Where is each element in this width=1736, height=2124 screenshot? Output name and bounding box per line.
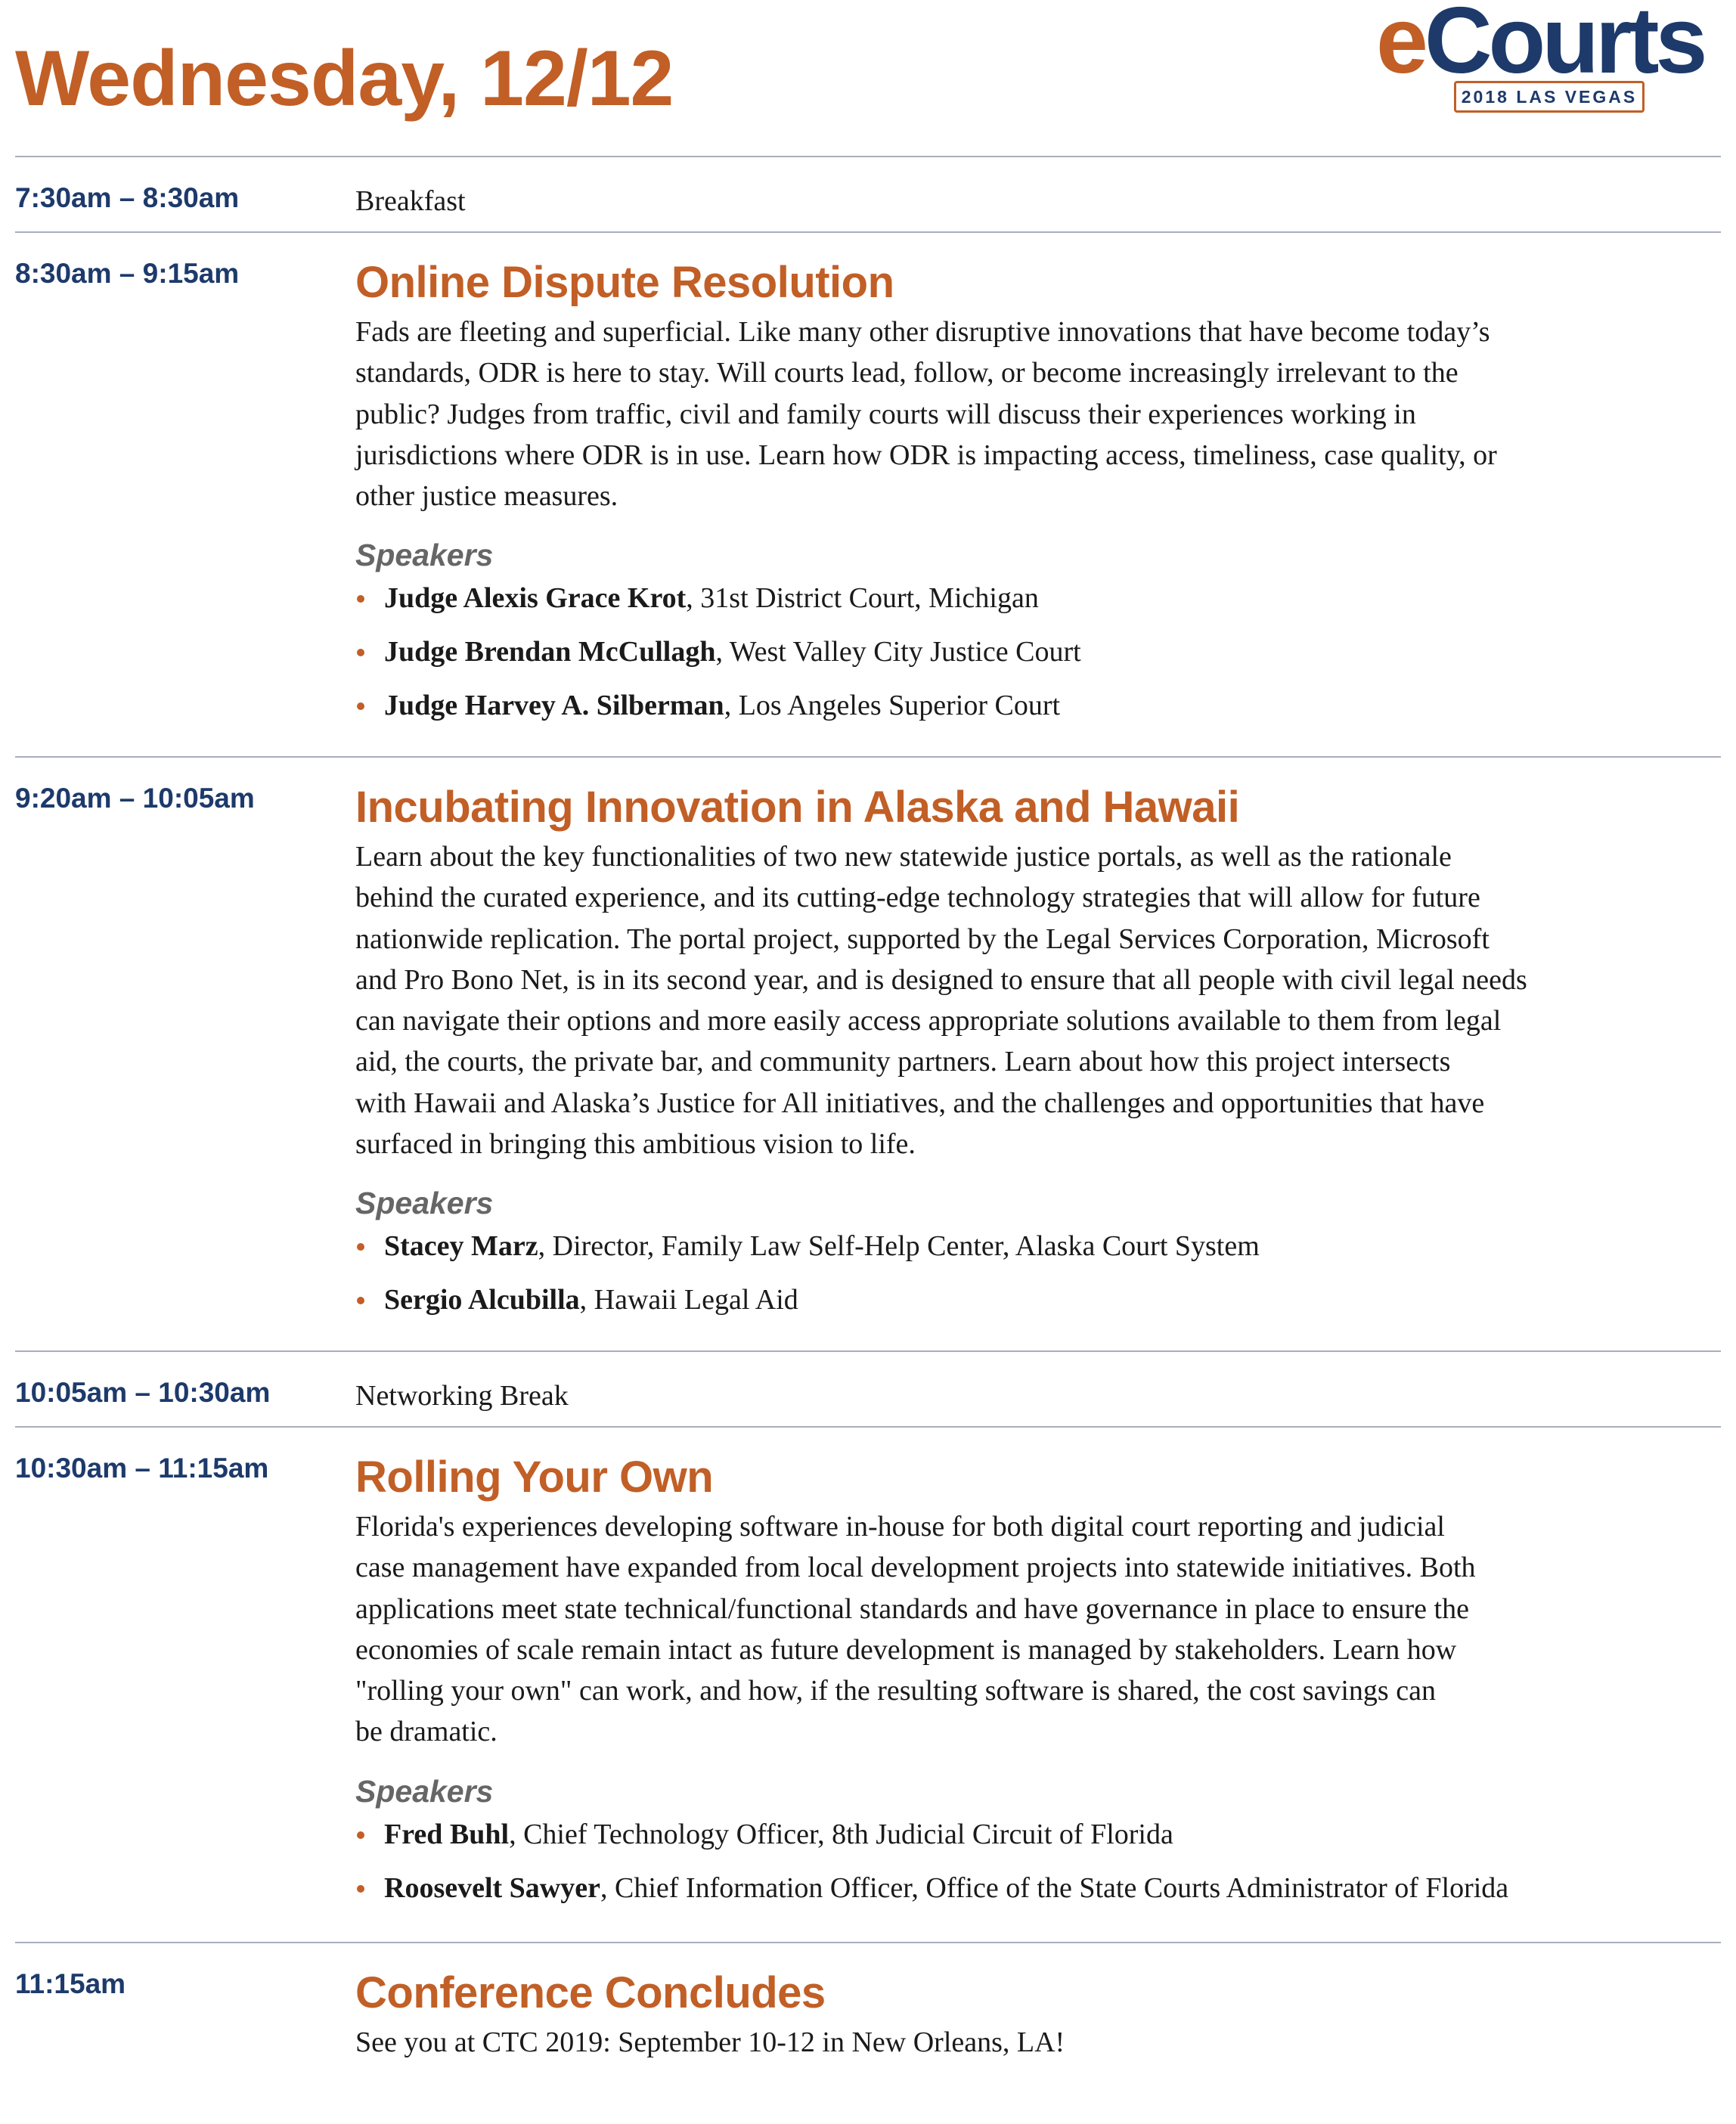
logo-courts: Courts (1424, 0, 1708, 93)
session-description: See you at CTC 2019: September 10-12 in … (355, 2022, 1724, 2063)
description-line: nationwide replication. The portal proje… (355, 922, 1490, 955)
agenda-content: Online Dispute Resolution Fads are fleet… (355, 257, 1724, 743)
divider (15, 156, 1721, 157)
bullet-icon (357, 1297, 364, 1305)
speaker-affiliation: , 31st District Court, Michigan (686, 582, 1039, 615)
description-line: be dramatic. (355, 1716, 498, 1748)
agenda-time: 9:20am – 10:05am (15, 783, 255, 814)
agenda-content: Incubating Innovation in Alaska and Hawa… (355, 782, 1724, 1337)
logo-e: e (1376, 0, 1428, 93)
description-line: Fads are fleeting and superficial. Like … (355, 316, 1490, 348)
divider (15, 1942, 1721, 1943)
speaker-item: Judge Brendan McCullagh, West Valley Cit… (355, 635, 1724, 668)
bullet-icon (357, 1831, 364, 1839)
speaker-list: Stacey Marz, Director, Family Law Self-H… (355, 1229, 1724, 1316)
divider (15, 1426, 1721, 1428)
speaker-list: Judge Alexis Grace Krot, 31st District C… (355, 581, 1724, 722)
agenda-content: Conference Concludes See you at CTC 2019… (355, 1967, 1724, 2063)
speaker-name: Fred Buhl (384, 1818, 510, 1850)
description-line: can navigate their options and more easi… (355, 1005, 1502, 1037)
speaker-name: Judge Alexis Grace Krot (384, 582, 687, 615)
agenda-time: 8:30am – 9:15am (15, 258, 240, 289)
speaker-item: Judge Harvey A. Silberman, Los Angeles S… (355, 689, 1724, 722)
agenda-time: 7:30am – 8:30am (15, 182, 240, 213)
speaker-item: Judge Alexis Grace Krot, 31st District C… (355, 581, 1724, 615)
agenda-item-text: Networking Break (355, 1380, 569, 1412)
speaker-affiliation: , Los Angeles Superior Court (724, 690, 1061, 722)
speaker-name: Judge Brendan McCullagh (384, 636, 716, 668)
description-line: "rolling your own" can work, and how, if… (355, 1675, 1436, 1707)
description-line: and Pro Bono Net, is in its second year,… (355, 963, 1527, 996)
agenda-content: Breakfast (355, 184, 1724, 218)
speaker-name: Roosevelt Sawyer (384, 1871, 600, 1904)
description-line: standards, ODR is here to stay. Will cou… (355, 357, 1459, 389)
speaker-affiliation: , West Valley City Justice Court (715, 636, 1081, 668)
description-line: aid, the courts, the private bar, and co… (355, 1046, 1451, 1078)
speaker-affiliation: , Chief Information Officer, Office of t… (600, 1871, 1509, 1904)
speaker-affiliation: , Chief Technology Officer, 8th Judicial… (509, 1818, 1173, 1850)
bullet-icon (357, 595, 364, 603)
speaker-item: Fred Buhl, Chief Technology Officer, 8th… (355, 1818, 1724, 1851)
divider (15, 231, 1721, 233)
ecourts-logo: eCourts 2018 LAS VEGAS (1376, 0, 1724, 121)
agenda-content: Networking Break (355, 1379, 1724, 1412)
speaker-affiliation: , Director, Family Law Self-Help Center,… (538, 1230, 1260, 1263)
session-description: Florida's experiences developing softwar… (355, 1506, 1724, 1753)
bullet-icon (357, 1243, 364, 1251)
divider (15, 756, 1721, 758)
session-title: Conference Concludes (355, 1968, 826, 2017)
agenda-time: 10:05am – 10:30am (15, 1377, 271, 1408)
logo-subtitle: 2018 LAS VEGAS (1454, 81, 1645, 113)
session-title: Rolling Your Own (355, 1453, 714, 1502)
session-title: Incubating Innovation in Alaska and Hawa… (355, 783, 1240, 832)
agenda-time: 10:30am – 11:15am (15, 1453, 269, 1484)
speaker-name: Sergio Alcubilla (384, 1284, 580, 1316)
speaker-list: Fred Buhl, Chief Technology Officer, 8th… (355, 1818, 1724, 1905)
bullet-icon (357, 1884, 364, 1893)
speaker-item: Stacey Marz, Director, Family Law Self-H… (355, 1229, 1724, 1263)
speaker-affiliation: , Hawaii Legal Aid (579, 1284, 798, 1316)
page-title: Wednesday, 12/12 (15, 35, 674, 122)
description-line: behind the curated experience, and its c… (355, 882, 1480, 914)
description-line: with Hawaii and Alaska’s Justice for All… (355, 1087, 1485, 1119)
speakers-label: Speakers (355, 1773, 494, 1809)
speaker-item: Roosevelt Sawyer, Chief Information Offi… (355, 1871, 1724, 1905)
speaker-item: Sergio Alcubilla, Hawaii Legal Aid (355, 1283, 1724, 1316)
description-line: See you at CTC 2019: September 10-12 in … (355, 2026, 1065, 2058)
speakers-label: Speakers (355, 1186, 494, 1221)
description-line: applications meet state technical/functi… (355, 1592, 1469, 1625)
divider (15, 1350, 1721, 1352)
logo-wordmark: eCourts (1376, 0, 1708, 88)
description-line: case management have expanded from local… (355, 1552, 1476, 1584)
description-line: public? Judges from traffic, civil and f… (355, 398, 1416, 430)
agenda-content: Rolling Your Own Florida's experiences d… (355, 1452, 1724, 1925)
description-line: jurisdictions where ODR is in use. Learn… (355, 439, 1497, 471)
session-description: Learn about the key functionalities of t… (355, 836, 1724, 1164)
session-title: Online Dispute Resolution (355, 258, 894, 307)
description-line: Learn about the key functionalities of t… (355, 841, 1452, 873)
agenda-time: 11:15am (15, 1968, 126, 1999)
bullet-icon (357, 649, 364, 657)
speakers-label: Speakers (355, 538, 494, 573)
description-line: Florida's experiences developing softwar… (355, 1511, 1445, 1543)
agenda-item-text: Breakfast (355, 185, 466, 217)
bullet-icon (357, 702, 364, 711)
description-line: other justice measures. (355, 480, 618, 513)
description-line: surfaced in bringing this ambitious visi… (355, 1128, 916, 1161)
description-line: economies of scale remain intact as futu… (355, 1633, 1457, 1666)
speaker-name: Judge Harvey A. Silberman (384, 690, 724, 722)
speaker-name: Stacey Marz (384, 1230, 538, 1263)
session-description: Fads are fleeting and superficial. Like … (355, 312, 1724, 516)
